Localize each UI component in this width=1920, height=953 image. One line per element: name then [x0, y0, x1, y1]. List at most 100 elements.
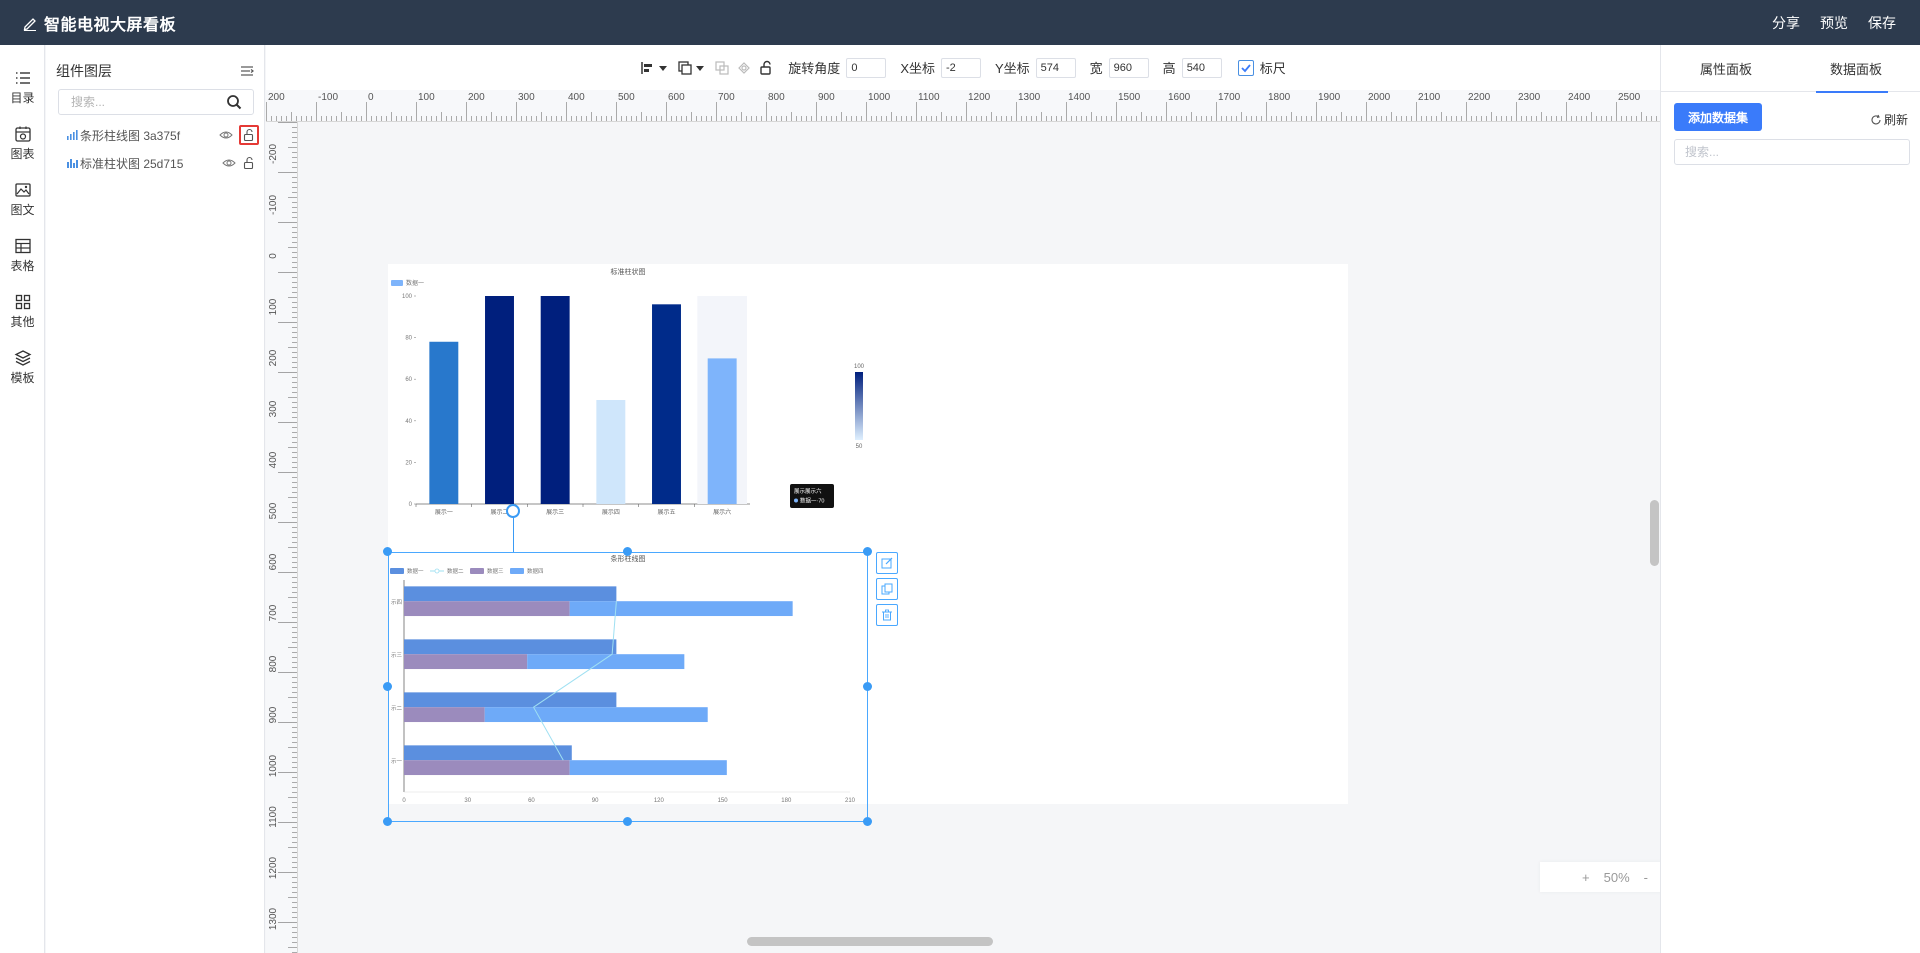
chevron-down-icon[interactable]	[696, 64, 705, 72]
nav-item-image-text[interactable]: 图文	[0, 171, 45, 227]
ruler-label: 200	[268, 92, 285, 103]
nav-item-charts[interactable]: 图表	[0, 115, 45, 171]
ruler-label: 100	[268, 298, 279, 315]
canvas-area[interactable]: 标准柱状图 数据一 0 20 40 60 80 100 展示一 展示二 展示三 展示四 展示五 展示六 10…	[298, 122, 1660, 953]
rotate-label: 旋转角度	[788, 61, 841, 76]
ruler-label: 1200	[968, 92, 991, 103]
x-tick-label: 展示一	[435, 509, 453, 516]
ruler-label: 1000	[868, 92, 891, 103]
resize-handle-bottom-right[interactable]	[863, 817, 872, 826]
copy-button[interactable]	[876, 578, 898, 600]
nav-item-table[interactable]: 表格	[0, 227, 45, 283]
app-header: 智能电视大屏看板 分享 预览 保存	[0, 0, 1920, 45]
ruler-label: 400	[568, 92, 585, 103]
zoom-in-button[interactable]: +	[1582, 870, 1590, 885]
ruler-label: 标尺	[1259, 61, 1286, 76]
collapse-icon[interactable]	[240, 65, 254, 77]
ruler-label: 1900	[1318, 92, 1341, 103]
ruler-label: 2000	[1368, 92, 1391, 103]
chevron-down-icon[interactable]	[659, 64, 668, 72]
share-button[interactable]: 分享	[1772, 13, 1800, 33]
bar[interactable]	[429, 341, 459, 504]
ruler-label: 2400	[1568, 92, 1591, 103]
tab-properties[interactable]: 属性面板	[1661, 45, 1791, 92]
group-icon[interactable]	[714, 60, 730, 76]
save-button[interactable]: 保存	[1868, 13, 1896, 33]
layers-panel: 组件图层 条形柱线图 3a375f 标准柱状图 25d715	[46, 45, 265, 953]
resize-handle-top-left[interactable]	[383, 547, 392, 556]
page-title: 智能电视大屏看板	[44, 16, 177, 34]
selection-box[interactable]	[388, 552, 868, 822]
bar[interactable]	[652, 304, 681, 504]
resize-handle-bottom[interactable]	[623, 817, 632, 826]
resize-handle-left[interactable]	[383, 682, 392, 691]
layers-search-input[interactable]	[58, 89, 254, 115]
ruler-label: 500	[268, 502, 279, 519]
ruler-label: 1300	[1018, 92, 1041, 103]
ruler-label: 900	[268, 706, 279, 723]
height-input[interactable]	[1181, 57, 1222, 78]
unlock-icon[interactable]	[242, 156, 256, 170]
eye-icon[interactable]	[222, 156, 236, 170]
visual-map-bar[interactable]	[855, 372, 863, 440]
layers-title: 组件图层	[56, 63, 112, 79]
right-panel-tabs: 属性面板 数据面板	[1661, 45, 1920, 93]
dataset-search-input[interactable]	[1674, 139, 1910, 165]
bar[interactable]	[485, 296, 514, 504]
horizontal-scrollbar[interactable]	[747, 937, 993, 946]
ruler-label: 1200	[268, 856, 279, 879]
tooltip-value: 数据一·70	[800, 497, 824, 505]
header-actions: 分享 预览 保存	[1772, 0, 1896, 45]
chart-icon	[14, 126, 31, 142]
rotate-input[interactable]	[846, 57, 887, 78]
ungroup-icon[interactable]	[736, 60, 752, 76]
delete-button[interactable]	[876, 604, 898, 626]
layer-order-icon[interactable]	[677, 60, 693, 76]
eye-icon[interactable]	[219, 128, 233, 142]
rotate-handle[interactable]	[506, 504, 520, 518]
x-label: X坐标	[900, 61, 935, 76]
y-tick-label: 20	[405, 460, 412, 466]
lock-highlight[interactable]	[239, 125, 259, 145]
bar[interactable]	[596, 400, 626, 504]
refresh-button[interactable]: 刷新	[1870, 111, 1908, 128]
lock-icon[interactable]	[758, 60, 774, 76]
list-icon	[15, 71, 30, 84]
ruler-label: -100	[268, 195, 279, 215]
y-input[interactable]	[1035, 57, 1076, 78]
vertical-scrollbar[interactable]	[1650, 500, 1659, 566]
resize-handle-right[interactable]	[863, 682, 872, 691]
height-label: 高	[1162, 61, 1176, 76]
nav-item-template[interactable]: 模板	[0, 339, 45, 395]
zoom-out-button[interactable]: -	[1644, 870, 1648, 885]
ruler-label: 1700	[1218, 92, 1241, 103]
add-dataset-button[interactable]: 添加数据集	[1674, 103, 1762, 131]
unlock-icon[interactable]	[242, 128, 256, 142]
x-tick-label: 展示三	[546, 509, 564, 516]
bar[interactable]	[707, 358, 737, 504]
image-text-icon	[14, 182, 31, 197]
preview-button[interactable]: 预览	[1820, 13, 1848, 33]
ruler-label: 1600	[1168, 92, 1191, 103]
standard-bar-chart[interactable]: 标准柱状图数据一020406080100展示一 展示二 展示三 展示四 展示五 展示六10…	[388, 264, 868, 524]
search-icon[interactable]	[226, 94, 242, 110]
nav-item-label: 表格	[10, 258, 35, 273]
x-tick-label: 展示五	[657, 509, 675, 516]
x-input[interactable]	[940, 57, 981, 78]
right-panel: 属性面板 数据面板 添加数据集 刷新	[1660, 45, 1920, 953]
resize-handle-top-right[interactable]	[863, 547, 872, 556]
bar[interactable]	[540, 296, 570, 504]
edit-button[interactable]	[876, 552, 898, 574]
ruler-checkbox[interactable]	[1237, 59, 1254, 76]
nav-item-catalog[interactable]: 目录	[0, 59, 45, 115]
tab-data[interactable]: 数据面板	[1791, 45, 1920, 93]
layer-item-bar-line[interactable]: 条形柱线图 3a375f	[66, 125, 259, 145]
vertical-ruler: -200 -100 0 100 200 300 400 500 600 700 800 900 1000…	[266, 122, 298, 953]
nav-item-other[interactable]: 其他	[0, 283, 45, 339]
layer-item-standard-bar[interactable]: 标准柱状图 25d715	[66, 153, 256, 173]
align-left-icon[interactable]	[640, 60, 656, 76]
resize-handle-top[interactable]	[623, 547, 632, 556]
pencil-edit-icon	[23, 17, 36, 31]
resize-handle-bottom-left[interactable]	[383, 817, 392, 826]
width-input[interactable]	[1108, 57, 1149, 78]
